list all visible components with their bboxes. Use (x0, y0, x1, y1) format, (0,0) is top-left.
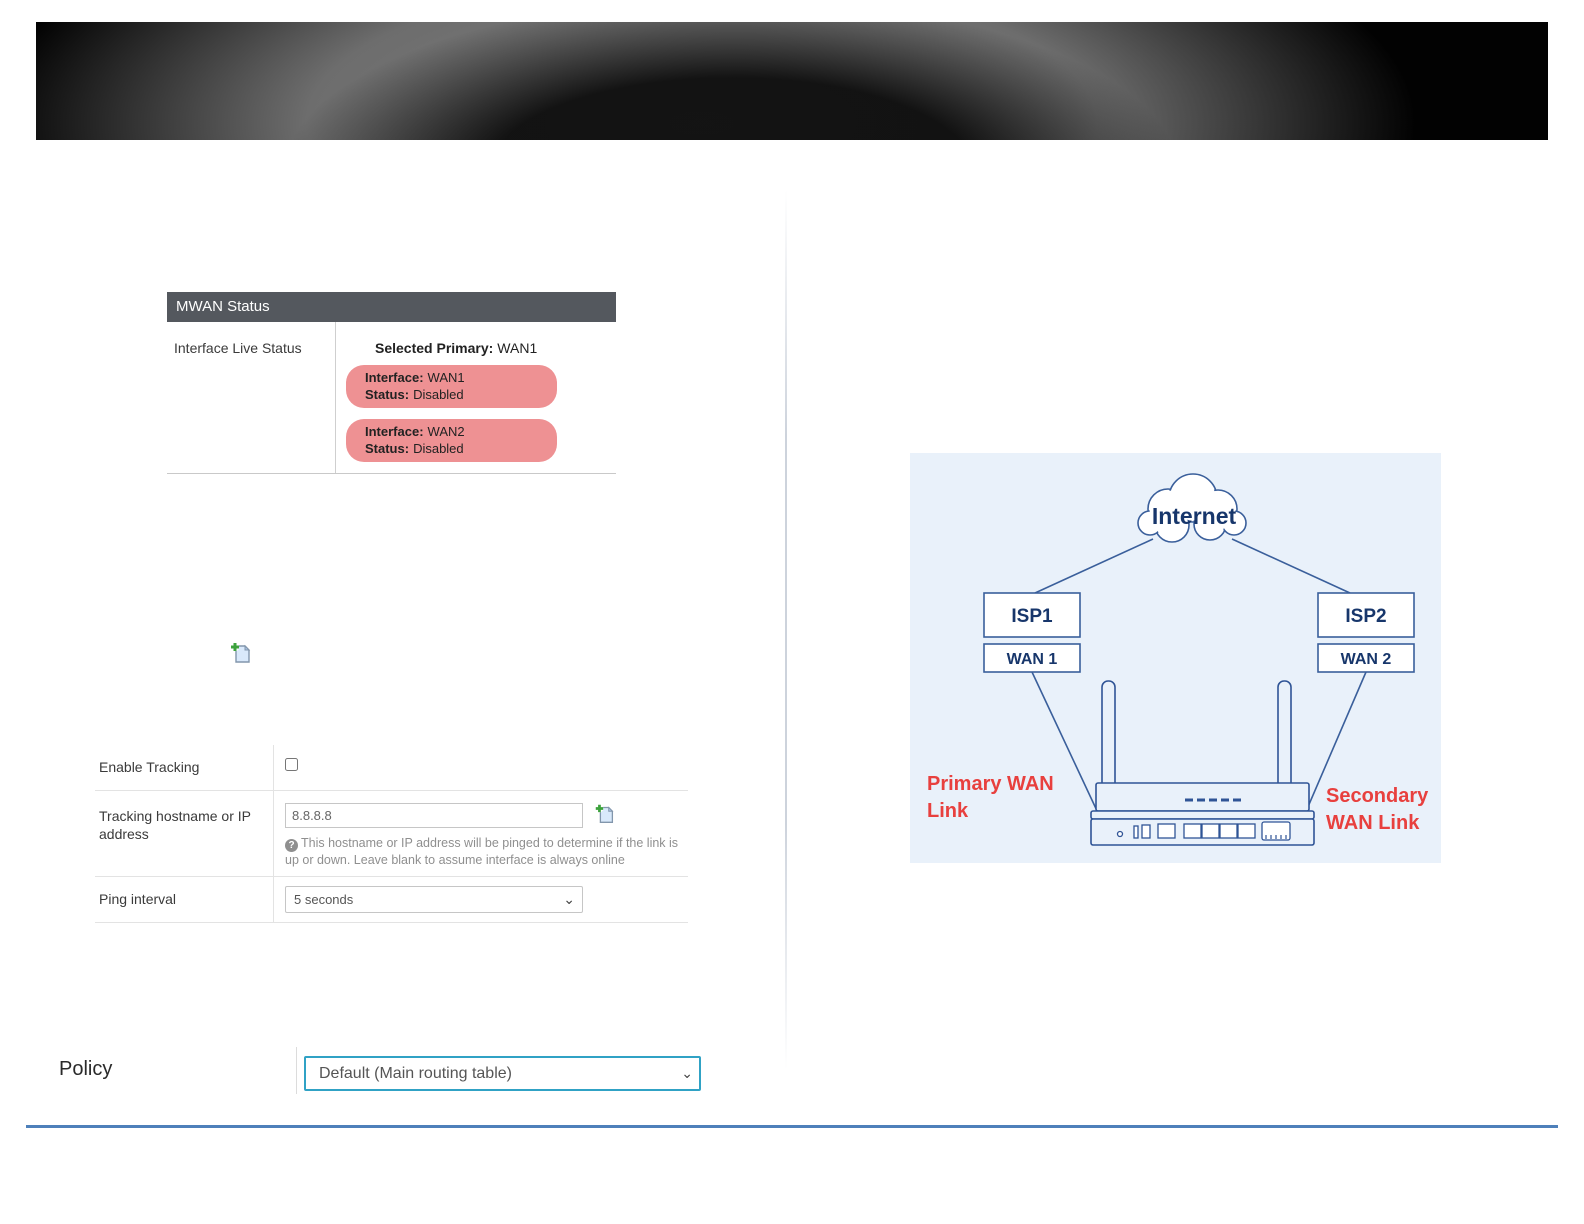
internet-cloud: Internet (1137, 473, 1247, 543)
enable-tracking-row: Enable Tracking (95, 745, 688, 791)
selected-primary-label: Selected Primary: (375, 340, 494, 356)
mwan-status-body: Interface Live Status Selected Primary: W… (167, 322, 616, 474)
badge-interface-value: WAN2 (427, 424, 465, 439)
badge-status-label: Status: (365, 387, 410, 402)
enable-tracking-label: Enable Tracking (99, 759, 200, 775)
selected-primary-value: WAN1 (497, 340, 538, 356)
badge-interface-value: WAN1 (427, 370, 465, 385)
selected-primary: Selected Primary: WAN1 (375, 340, 537, 356)
router-top-body (1095, 782, 1310, 812)
tracking-host-label: Tracking hostname or IP address (99, 808, 251, 842)
wan2-label: WAN 2 (1341, 651, 1392, 668)
column-divider (335, 322, 336, 473)
ping-interval-select-wrap: 5 seconds ⌄ (285, 886, 583, 913)
mwan-status-title: MWAN Status (167, 292, 616, 322)
page-column-divider (785, 190, 787, 1070)
policy-select-wrap: Default (Main routing table) ⌄ (304, 1056, 701, 1091)
dual-wan-diagram: Internet ISP1 WAN 1 ISP2 WAN 2 Primary W… (910, 453, 1441, 863)
help-icon: ? (285, 839, 298, 852)
tracking-form: Enable Tracking Tracking hostname or IP … (95, 745, 688, 923)
add-item-button[interactable] (227, 640, 255, 668)
tracking-help-text: ? This hostname or IP address will be pin… (285, 835, 690, 869)
primary-wan-link-label: Primary WAN Link (927, 773, 1054, 822)
enable-tracking-checkbox[interactable] (285, 758, 298, 771)
internet-label: Internet (1152, 503, 1237, 529)
tracking-host-input[interactable] (285, 803, 583, 828)
ping-interval-row: Ping interval 5 seconds ⌄ (95, 877, 688, 923)
mwan-status-table: MWAN Status Interface Live Status Select… (167, 292, 616, 474)
column-divider (296, 1047, 297, 1094)
badge-interface-label: Interface: (365, 424, 424, 439)
ping-interval-label: Ping interval (99, 891, 177, 907)
router-lip (1090, 810, 1315, 820)
router-illustration (1090, 680, 1315, 846)
status-badge: Interface: WAN2 Status: Disabled (346, 419, 557, 462)
badge-interface-label: Interface: (365, 370, 424, 385)
add-host-button[interactable] (591, 801, 619, 829)
add-page-icon (231, 643, 251, 663)
badge-status-value: Disabled (413, 441, 464, 456)
status-badge: Interface: WAN1 Status: Disabled (346, 365, 557, 408)
badge-status-label: Status: (365, 441, 410, 456)
badge-status-value: Disabled (413, 387, 464, 402)
isp1-label: ISP1 (1011, 606, 1053, 627)
isp2-label: ISP2 (1345, 606, 1386, 627)
add-page-icon (595, 804, 614, 823)
tracking-host-row: Tracking hostname or IP address ?This ho… (95, 791, 688, 877)
wan1-label: WAN 1 (1007, 651, 1058, 668)
page-header-banner (36, 22, 1548, 140)
secondary-wan-link-label: Secondary WAN Link (1326, 785, 1429, 834)
policy-select[interactable]: Default (Main routing table) (304, 1056, 701, 1091)
interface-live-status-label: Interface Live Status (174, 340, 302, 356)
footer-rule (26, 1125, 1558, 1128)
ping-interval-select[interactable]: 5 seconds (285, 886, 583, 913)
tracking-help-text-body: This hostname or IP address will be ping… (285, 836, 679, 867)
router-ports (1116, 821, 1291, 841)
policy-label: Policy (59, 1058, 113, 1080)
